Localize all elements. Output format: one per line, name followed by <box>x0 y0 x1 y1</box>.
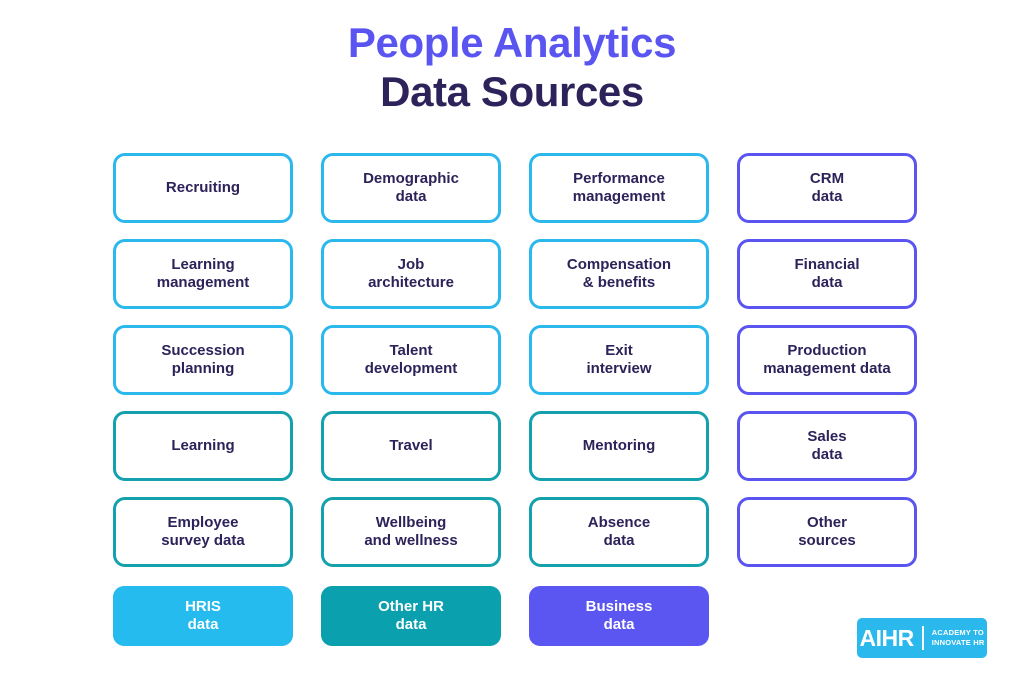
summary-card[interactable]: Other HR data <box>321 586 501 646</box>
data-source-card[interactable]: Recruiting <box>113 153 293 223</box>
data-source-card-label: Compensation & benefits <box>566 255 672 291</box>
data-source-card[interactable]: Employee survey data <box>113 497 293 567</box>
summary-card[interactable]: HRIS data <box>113 586 293 646</box>
page-title: People Analytics Data Sources <box>0 19 1024 115</box>
data-source-card-label: Sales data <box>807 427 847 463</box>
logo-wordmark: AIHR <box>859 624 915 651</box>
data-source-card-label: Financial data <box>794 255 860 291</box>
data-source-card[interactable]: Performance management <box>529 153 709 223</box>
data-source-card-label: Exit interview <box>586 341 652 377</box>
data-source-card[interactable]: Absence data <box>529 497 709 567</box>
summary-card-label: Business data <box>585 597 653 633</box>
infographic-root: People Analytics Data Sources Recruiting… <box>0 0 1024 680</box>
title-line-primary: People Analytics <box>347 19 677 66</box>
aihr-logo: AIHR ACADEMY TO INNOVATE HR <box>857 618 987 658</box>
data-source-card-label: Production management data <box>763 341 891 377</box>
summary-cards-row: HRIS data Other HR data Business data <box>113 586 917 646</box>
data-source-card[interactable]: Mentoring <box>529 411 709 481</box>
data-source-card[interactable]: Learning management <box>113 239 293 309</box>
data-source-card-label: Other sources <box>798 513 856 549</box>
data-source-card[interactable]: Exit interview <box>529 325 709 395</box>
data-source-card[interactable]: Sales data <box>737 411 917 481</box>
data-source-card[interactable]: Financial data <box>737 239 917 309</box>
data-source-card-label: Performance management <box>572 169 666 205</box>
data-source-card-label: Succession planning <box>161 341 245 377</box>
data-source-card-label: Recruiting <box>165 178 241 196</box>
data-source-card[interactable]: Wellbeing and wellness <box>321 497 501 567</box>
data-source-card[interactable]: Demographic data <box>321 153 501 223</box>
summary-card-label: HRIS data <box>185 597 221 633</box>
data-source-card-label: Wellbeing and wellness <box>364 513 458 549</box>
data-source-card[interactable]: Production management data <box>737 325 917 395</box>
data-source-card-label: Mentoring <box>582 436 656 454</box>
title-line-secondary: Data Sources <box>380 67 644 115</box>
data-source-card-label: Job architecture <box>368 255 454 291</box>
summary-card-label: Other HR data <box>378 597 444 633</box>
logo-tagline: ACADEMY TO INNOVATE HR <box>931 628 985 647</box>
data-source-card-label: Talent development <box>364 341 458 377</box>
data-sources-grid: Recruiting Demographic data Performance ma… <box>113 153 917 567</box>
data-source-card[interactable]: Compensation & benefits <box>529 239 709 309</box>
data-source-card-label: Learning <box>171 436 235 454</box>
data-source-card[interactable]: Job architecture <box>321 239 501 309</box>
data-source-card-label: CRM data <box>809 169 845 205</box>
data-source-card[interactable]: Talent development <box>321 325 501 395</box>
data-source-card-label: Learning management <box>156 255 250 291</box>
logo-divider <box>921 626 924 650</box>
data-source-card-label: Demographic data <box>363 169 459 205</box>
data-source-card[interactable]: Succession planning <box>113 325 293 395</box>
data-source-card[interactable]: CRM data <box>737 153 917 223</box>
data-source-card-label: Travel <box>389 436 433 454</box>
data-source-card-label: Absence data <box>587 513 651 549</box>
data-source-card[interactable]: Learning <box>113 411 293 481</box>
data-source-card[interactable]: Travel <box>321 411 501 481</box>
data-source-card-label: Employee survey data <box>161 513 245 549</box>
data-source-card[interactable]: Other sources <box>737 497 917 567</box>
summary-card[interactable]: Business data <box>529 586 709 646</box>
